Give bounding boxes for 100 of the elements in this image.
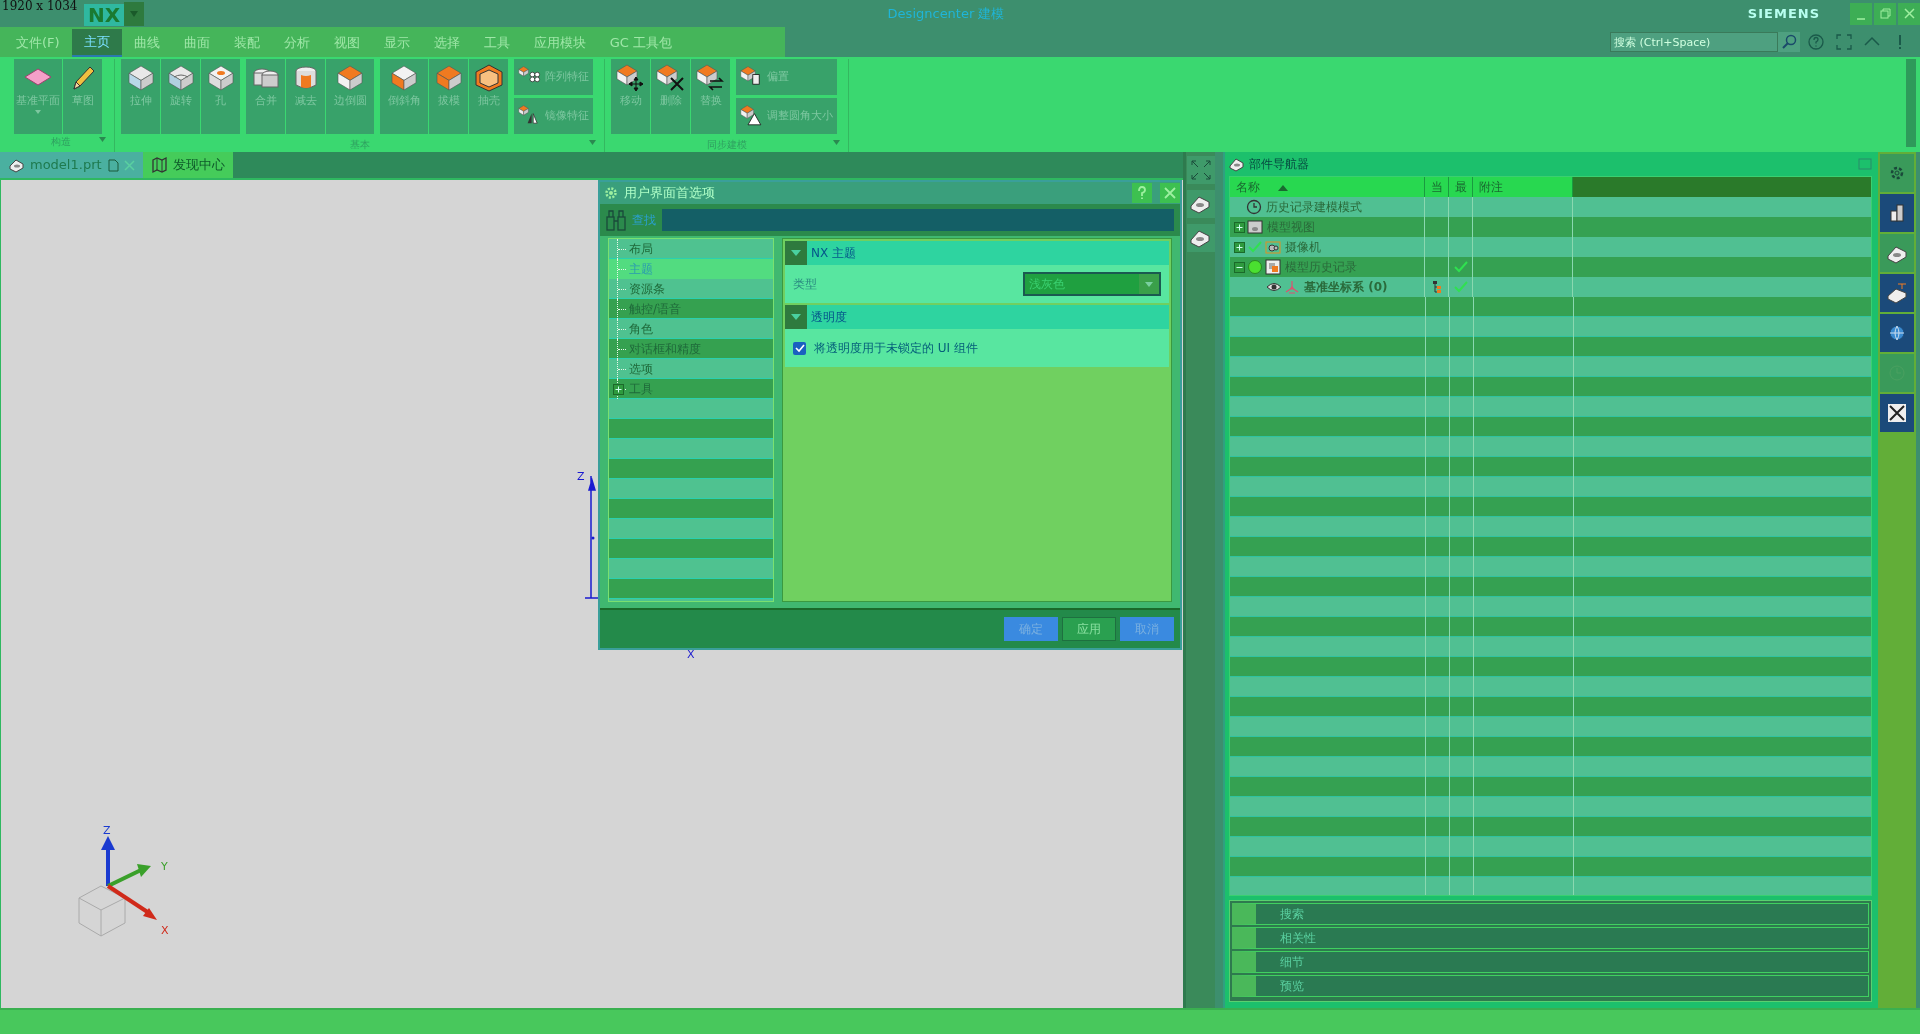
clock-icon (1246, 199, 1262, 215)
search-field[interactable]: 搜索 (Ctrl+Space) (1610, 32, 1778, 52)
drafted-block-icon (433, 63, 464, 93)
caret-icon (35, 109, 41, 114)
checkbox[interactable] (793, 341, 806, 355)
caret-icon (130, 10, 139, 17)
ribbon-button[interactable]: 草图 (63, 59, 102, 134)
ribbon-button[interactable]: 替换 (691, 59, 730, 134)
menu-tab[interactable]: 曲线 (121, 29, 172, 57)
ribbon-button[interactable]: 拔模 (429, 59, 468, 134)
camera-icon (1265, 239, 1281, 255)
caret-icon (1145, 281, 1153, 287)
caret-icon (791, 250, 801, 256)
ribbon-button[interactable]: 移动 (611, 59, 650, 134)
ribbon-button[interactable]: 抽壳 (469, 59, 508, 134)
gear-icon (604, 186, 618, 200)
menu-tab[interactable]: 显示 (371, 29, 422, 57)
caret-icon (791, 314, 801, 320)
tools-icon (1886, 402, 1908, 424)
column-header[interactable]: 当 (1425, 177, 1449, 197)
collapsed-panel-header[interactable]: 搜索 (1232, 903, 1869, 925)
expand-toggle[interactable] (1234, 241, 1245, 253)
tree-node-label[interactable]: 摄像机 (1285, 238, 1321, 256)
column-header[interactable]: 附注 (1473, 177, 1573, 197)
resource-bar-button[interactable] (1880, 394, 1914, 432)
view-toolbar-button[interactable] (1186, 224, 1215, 252)
coordinate-system-icon (1284, 279, 1300, 295)
expand-arrows-icon (1188, 158, 1213, 182)
dialog-button[interactable]: 取消 (1120, 617, 1174, 641)
tree-item[interactable]: 选项 (609, 359, 773, 379)
ribbon-button[interactable]: 合并 (246, 59, 285, 134)
dialog-title: 用户界面首选项 (624, 184, 716, 203)
block-with-hole-icon (205, 63, 236, 93)
column-header[interactable]: 名称 (1230, 177, 1425, 197)
close-button[interactable] (1160, 183, 1180, 203)
column-header[interactable]: 最 (1449, 177, 1473, 197)
menu-tab[interactable]: 主页 (71, 29, 122, 57)
maximize-icon[interactable] (1858, 158, 1872, 170)
block-cross-icon (655, 63, 686, 93)
view-toolbar-button[interactable] (1186, 156, 1215, 184)
ribbon-button[interactable]: 边倒圆 (326, 59, 374, 134)
help-button[interactable] (1132, 183, 1152, 203)
view-toolbar-button[interactable] (1186, 190, 1215, 218)
ribbon-button[interactable]: 孔 (201, 59, 240, 134)
ribbon-button[interactable]: 拉伸 (121, 59, 160, 134)
menu-tab[interactable]: 分析 (271, 29, 322, 57)
ribbon-button[interactable]: 阵列特征 (514, 59, 593, 95)
logo-menu-button[interactable] (124, 1, 145, 26)
ribbon-scrollbar[interactable] (1906, 59, 1916, 147)
chamfered-block-icon (389, 63, 419, 93)
dialog-button[interactable]: 确定 (1004, 617, 1058, 641)
axis-label: Z (103, 824, 111, 837)
ribbon-button[interactable]: 删除 (651, 59, 690, 134)
ribbon-button[interactable]: 偏置 (736, 59, 837, 95)
ribbon-button[interactable]: 镜像特征 (514, 98, 593, 134)
close-icon (1164, 187, 1176, 199)
document-tab[interactable]: model1.prt (0, 152, 143, 178)
menu-tab[interactable]: 文件(F) (4, 29, 72, 57)
document-tab[interactable]: 发现中心 (142, 152, 233, 178)
ribbon-button[interactable]: 减去 (286, 59, 325, 134)
ribbon-button[interactable]: 旋转 (161, 59, 200, 134)
search-button[interactable] (1778, 32, 1800, 52)
section-header[interactable]: NX 主题 (785, 241, 1169, 265)
menu-tab[interactable]: 装配 (221, 29, 272, 57)
section-header[interactable]: 透明度 (785, 305, 1169, 329)
caret-icon[interactable] (833, 140, 840, 145)
expand-toggle[interactable] (613, 384, 624, 395)
tree-item[interactable]: 资源条 (609, 279, 773, 299)
expand-toggle[interactable] (1234, 261, 1245, 273)
collapsed-panel-header[interactable]: 细节 (1232, 951, 1869, 973)
ribbon-button[interactable]: 基准平面 (14, 59, 62, 134)
axis-label: X (687, 648, 695, 661)
collapsed-panel-header[interactable]: 预览 (1232, 975, 1869, 997)
checkbox-label: 将透明度用于未锁定的 UI 组件 (814, 340, 978, 357)
expand-toggle[interactable] (1234, 221, 1245, 233)
block-move-icon (615, 63, 646, 93)
resource-bar-button[interactable] (1880, 194, 1914, 232)
tree-item[interactable]: 角色 (609, 319, 773, 339)
ribbon-button[interactable]: 倒斜角 (380, 59, 428, 134)
field-label: 类型 (793, 276, 817, 293)
resource-bar-button[interactable] (1880, 274, 1914, 312)
search-icon (1781, 34, 1797, 50)
menu-tab[interactable]: 选择 (421, 29, 472, 57)
menu-tab[interactable]: GC 工具包 (597, 29, 684, 57)
menu-tab[interactable]: 视图 (321, 29, 372, 57)
menu-tab[interactable]: 工具 (471, 29, 522, 57)
collapsed-panel-header[interactable]: 相关性 (1232, 927, 1869, 949)
caret-icon[interactable] (589, 140, 596, 145)
axis-label: Y (161, 860, 168, 873)
menu-tab[interactable]: 曲面 (171, 29, 222, 57)
revolved-block-icon (165, 63, 196, 93)
tree-node-label[interactable]: 历史记录建模模式 (1266, 198, 1362, 216)
menu-tab[interactable]: 应用模块 (521, 29, 598, 57)
axis-label: Z (577, 470, 585, 483)
find-field[interactable] (662, 209, 1174, 231)
tree-node-label[interactable]: 基准坐标系 (0) (1304, 278, 1388, 296)
caret-icon[interactable] (99, 137, 106, 142)
dialog-button[interactable]: 应用 (1062, 617, 1116, 641)
close-icon (123, 159, 135, 171)
ribbon-button[interactable]: 调整圆角大小 (736, 98, 837, 134)
